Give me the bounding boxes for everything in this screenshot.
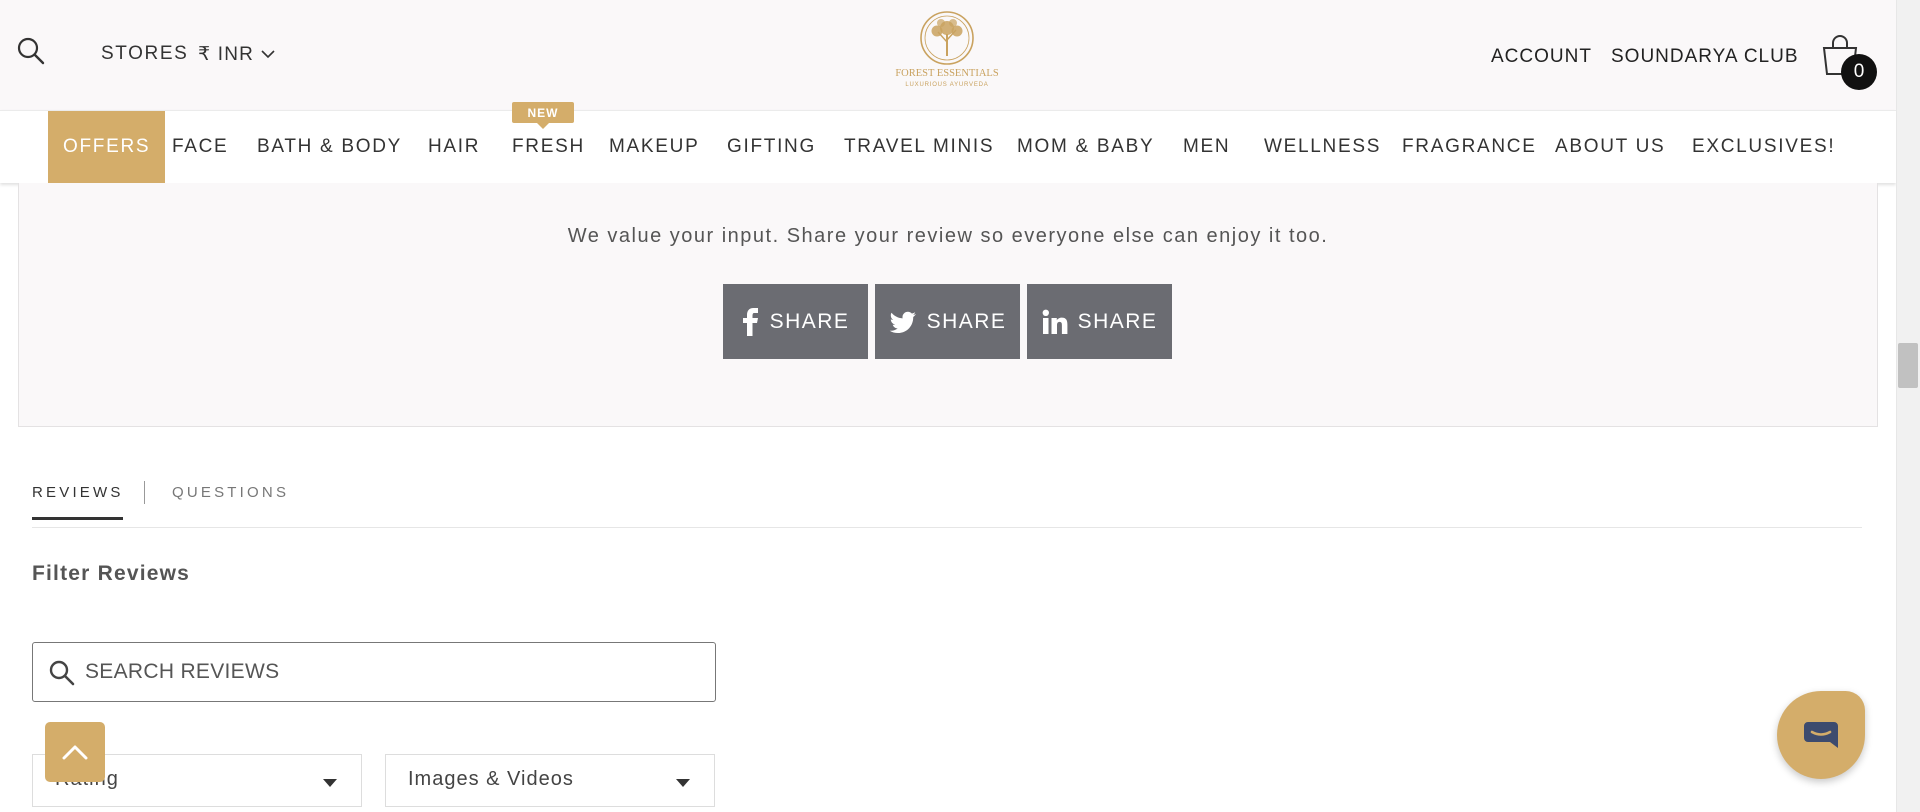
nav-item-travel-minis[interactable]: TRAVEL MINIS [844,111,994,183]
account-link[interactable]: ACCOUNT [1491,46,1592,68]
nav-item-face[interactable]: FACE [172,111,228,183]
facebook-icon [742,307,758,336]
nav-item-bath-body[interactable]: BATH & BODY [257,111,402,183]
tab-reviews[interactable]: REVIEWS [32,484,124,501]
nav-item-exclusives[interactable]: EXCLUSIVES! [1692,111,1835,183]
twitter-icon [889,311,916,333]
page-scrollbar[interactable] [1896,0,1920,812]
nav-item-about-us[interactable]: ABOUT US [1555,111,1665,183]
main-nav: OFFERS FACE BATH & BODY HAIR FRESH MAKEU… [0,110,1896,183]
nav-item-makeup[interactable]: MAKEUP [609,111,699,183]
header: STORES ₹ INR FOREST ESSENTIALS LUXURIOUS… [0,0,1896,110]
search-reviews-field [32,642,716,702]
share-label: SHARE [926,309,1007,333]
filter-reviews-title: Filter Reviews [32,562,191,585]
chat-icon [1804,722,1838,748]
currency-selector[interactable]: ₹ INR [198,43,275,66]
nav-item-hair[interactable]: HAIR [428,111,480,183]
nav-item-mom-baby[interactable]: MOM & BABY [1017,111,1154,183]
chevron-up-icon [62,745,88,760]
page: STORES ₹ INR FOREST ESSENTIALS LUXURIOUS… [0,0,1920,812]
tab-questions[interactable]: QUESTIONS [172,484,289,501]
brand-logo[interactable]: FOREST ESSENTIALS LUXURIOUS AYURVEDA [886,10,1008,88]
back-to-top-button[interactable] [45,722,105,782]
currency-label: ₹ INR [198,44,255,65]
tabs-divider [32,527,1862,528]
caret-down-icon [676,779,690,787]
tab-divider [144,481,145,504]
nav-item-men[interactable]: MEN [1183,111,1230,183]
nav-item-gifting[interactable]: GIFTING [727,111,816,183]
active-tab-indicator [32,517,123,520]
scrollbar-thumb[interactable] [1898,343,1918,388]
chevron-down-icon [261,50,275,59]
share-label: SHARE [769,309,850,333]
logo-name: FOREST ESSENTIALS [895,68,999,79]
search-icon [49,660,75,686]
nav-item-wellness[interactable]: WELLNESS [1264,111,1381,183]
nav-item-fragrance[interactable]: FRAGRANCE [1402,111,1537,183]
search-reviews-input[interactable] [85,643,705,701]
soundarya-club-link[interactable]: SOUNDARYA CLUB [1611,46,1799,68]
caret-down-icon [323,779,337,787]
cart-count-badge: 0 [1841,54,1877,90]
chat-widget-button[interactable] [1777,691,1865,779]
search-icon[interactable] [16,36,46,66]
new-badge: NEW [512,102,574,129]
stores-link[interactable]: STORES [101,43,188,65]
review-prompt-text: We value your input. Share your review s… [567,225,1329,247]
media-filter-label: Images & Videos [408,768,574,790]
nav-item-offers[interactable]: OFFERS [48,111,166,183]
linkedin-share-button[interactable]: SHARE [1027,284,1172,359]
facebook-share-button[interactable]: SHARE [723,284,868,359]
share-label: SHARE [1077,309,1158,333]
linkedin-icon [1042,309,1067,334]
media-filter-select[interactable]: Images & Videos [385,754,715,807]
logo-tagline: LUXURIOUS AYURVEDA [905,82,988,88]
twitter-share-button[interactable]: SHARE [875,284,1020,359]
